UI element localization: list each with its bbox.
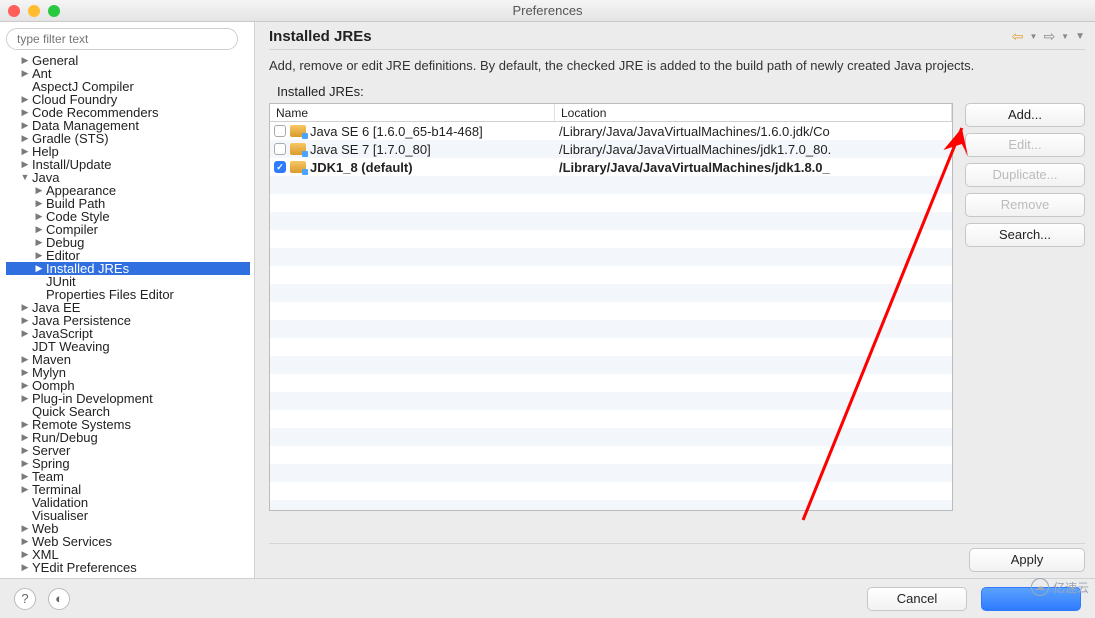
jre-name: Java SE 6 [1.6.0_65-b14-468] — [310, 124, 483, 139]
sidebar: ▶General▶AntAspectJ Compiler▶Cloud Found… — [0, 22, 255, 578]
jre-icon — [290, 143, 306, 155]
jre-location: /Library/Java/JavaVirtualMachines/1.6.0.… — [555, 124, 952, 139]
disclosure-icon[interactable]: ▶ — [20, 67, 30, 80]
disclosure-icon[interactable]: ▶ — [34, 197, 44, 210]
checkbox[interactable]: ✓ — [274, 161, 286, 173]
disclosure-icon[interactable]: ▶ — [20, 548, 30, 561]
disclosure-icon[interactable]: ▶ — [20, 158, 30, 171]
disclosure-icon[interactable]: ▶ — [20, 418, 30, 431]
jre-location: /Library/Java/JavaVirtualMachines/jdk1.7… — [555, 142, 952, 157]
page-title: Installed JREs — [269, 28, 372, 45]
disclosure-icon[interactable]: ▶ — [20, 535, 30, 548]
cloud-icon: ☁ — [1031, 578, 1049, 596]
column-name[interactable]: Name — [270, 104, 555, 121]
disclosure-icon[interactable]: ▶ — [20, 145, 30, 158]
progress-icon[interactable]: ◐ — [48, 588, 70, 610]
disclosure-icon[interactable]: ▶ — [20, 366, 30, 379]
back-icon[interactable]: ⇦ — [1012, 28, 1024, 45]
watermark-text: 亿速云 — [1053, 579, 1089, 596]
table-row[interactable]: Java SE 6 [1.6.0_65-b14-468] /Library/Jav… — [270, 122, 952, 140]
dialog-footer: ? ◐ Cancel — [0, 578, 1095, 618]
tree-item-label: YEdit Preferences — [32, 561, 137, 574]
dropdown-icon[interactable]: ▼ — [1030, 32, 1038, 41]
main-panel: Installed JREs ⇦ ▼ ⇨ ▼ ▼ Add, remove or … — [255, 22, 1095, 578]
tree-item[interactable]: ▶Appearance — [6, 184, 250, 197]
table-header: Name Location — [270, 104, 952, 122]
disclosure-icon[interactable]: ▶ — [20, 119, 30, 132]
disclosure-icon[interactable]: ▶ — [34, 236, 44, 249]
column-location[interactable]: Location — [555, 104, 952, 121]
side-buttons: Add... Edit... Duplicate... Remove Searc… — [965, 103, 1085, 537]
tree-item[interactable]: ▶Code Style — [6, 210, 250, 223]
apply-button[interactable]: Apply — [969, 548, 1085, 572]
title-bar: Preferences — [0, 0, 1095, 22]
disclosure-icon[interactable]: ▶ — [20, 483, 30, 496]
jre-icon — [290, 161, 306, 173]
jre-table: Name Location Java SE 6 [1.6.0_65-b14-46… — [269, 103, 953, 511]
add-button[interactable]: Add... — [965, 103, 1085, 127]
disclosure-icon[interactable]: ▶ — [20, 106, 30, 119]
disclosure-icon[interactable]: ▶ — [34, 249, 44, 262]
table-label: Installed JREs: — [277, 84, 1085, 99]
filter-input[interactable] — [6, 28, 238, 50]
disclosure-icon[interactable]: ▶ — [20, 327, 30, 340]
disclosure-icon[interactable]: ▶ — [20, 470, 30, 483]
jre-icon — [290, 125, 306, 137]
disclosure-icon[interactable]: ▶ — [20, 379, 30, 392]
disclosure-icon[interactable]: ▶ — [34, 184, 44, 197]
dropdown-icon[interactable]: ▼ — [1061, 32, 1069, 41]
duplicate-button[interactable]: Duplicate... — [965, 163, 1085, 187]
disclosure-icon[interactable]: ▶ — [20, 54, 30, 67]
menu-icon[interactable]: ▼ — [1075, 31, 1085, 42]
disclosure-icon[interactable]: ▶ — [20, 444, 30, 457]
cancel-button[interactable]: Cancel — [867, 587, 967, 611]
jre-name: Java SE 7 [1.7.0_80] — [310, 142, 431, 157]
disclosure-icon[interactable]: ▶ — [20, 93, 30, 106]
table-body: Java SE 6 [1.6.0_65-b14-468] /Library/Jav… — [270, 122, 952, 510]
watermark: ☁ 亿速云 — [1031, 578, 1089, 596]
checkbox[interactable] — [274, 125, 286, 137]
description-text: Add, remove or edit JRE definitions. By … — [269, 58, 1085, 74]
tree-item[interactable]: ▶Debug — [6, 236, 250, 249]
table-row[interactable]: Java SE 7 [1.7.0_80] /Library/Java/JavaVi… — [270, 140, 952, 158]
disclosure-icon[interactable]: ▶ — [20, 301, 30, 314]
preferences-tree: ▶General▶AntAspectJ Compiler▶Cloud Found… — [6, 54, 250, 574]
disclosure-icon[interactable]: ▶ — [20, 522, 30, 535]
checkbox[interactable] — [274, 143, 286, 155]
disclosure-icon[interactable]: ▶ — [34, 210, 44, 223]
disclosure-icon[interactable]: ▶ — [20, 353, 30, 366]
window-title: Preferences — [0, 3, 1095, 18]
jre-location: /Library/Java/JavaVirtualMachines/jdk1.8… — [555, 160, 952, 175]
tree-item[interactable]: ▶YEdit Preferences — [6, 561, 250, 574]
disclosure-icon[interactable]: ▼ — [20, 171, 30, 184]
disclosure-icon[interactable]: ▶ — [20, 431, 30, 444]
disclosure-icon[interactable]: ▶ — [34, 262, 44, 275]
edit-button[interactable]: Edit... — [965, 133, 1085, 157]
table-row[interactable]: ✓ JDK1_8 (default) /Library/Java/JavaVirtu… — [270, 158, 952, 176]
disclosure-icon[interactable]: ▶ — [20, 132, 30, 145]
disclosure-icon[interactable]: ▶ — [20, 392, 30, 405]
nav-icons: ⇦ ▼ ⇨ ▼ ▼ — [1012, 28, 1085, 45]
help-icon[interactable]: ? — [14, 588, 36, 610]
tree-item[interactable]: ▶Compiler — [6, 223, 250, 236]
tree-item[interactable]: ▶Build Path — [6, 197, 250, 210]
disclosure-icon[interactable]: ▶ — [20, 314, 30, 327]
tree-item[interactable]: ▶Installed JREs — [6, 262, 250, 275]
search-button[interactable]: Search... — [965, 223, 1085, 247]
disclosure-icon[interactable]: ▶ — [20, 457, 30, 470]
disclosure-icon[interactable]: ▶ — [20, 561, 30, 574]
disclosure-icon[interactable]: ▶ — [34, 223, 44, 236]
tree-item[interactable]: ▼Java — [6, 171, 250, 184]
jre-name: JDK1_8 (default) — [310, 160, 413, 175]
remove-button[interactable]: Remove — [965, 193, 1085, 217]
forward-icon[interactable]: ⇨ — [1043, 28, 1055, 45]
